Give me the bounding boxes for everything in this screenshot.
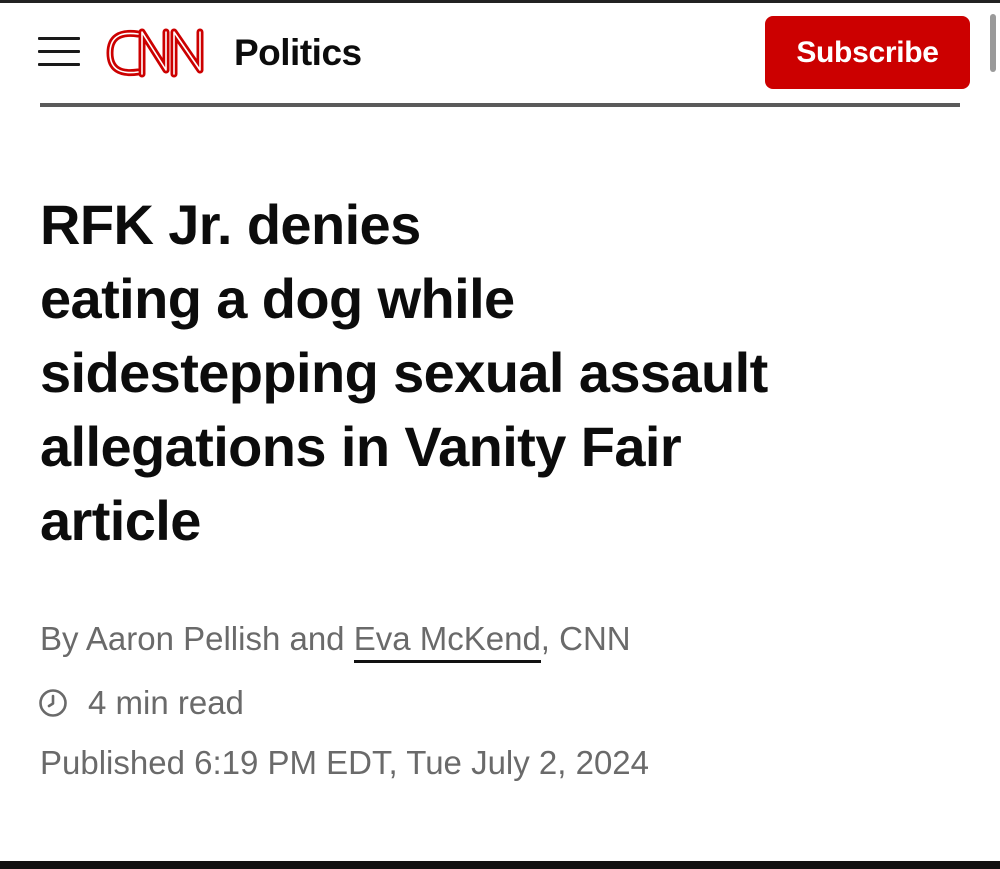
cnn-logo-mark <box>106 28 204 78</box>
headline-line: RFK Jr. denies <box>40 193 421 256</box>
article-headline: RFK Jr. denies eating a dog while sidest… <box>40 188 940 558</box>
headline-line: article <box>40 489 201 552</box>
menu-icon-bar <box>38 37 80 40</box>
published-timestamp: Published 6:19 PM EDT, Tue July 2, 2024 <box>40 744 650 781</box>
cnn-logo[interactable] <box>104 22 224 82</box>
author-link[interactable]: Eva McKend <box>353 620 541 663</box>
menu-icon[interactable] <box>38 34 82 68</box>
menu-icon-bar <box>38 50 80 53</box>
headline-line: sidestepping sexual assault <box>40 341 768 404</box>
subscribe-button[interactable]: Subscribe <box>765 16 970 89</box>
read-time-label: 4 min read <box>88 684 244 721</box>
read-time: 4 min read <box>38 681 244 725</box>
menu-icon-bar <box>38 63 80 66</box>
clock-icon <box>39 689 67 717</box>
byline: By Aaron Pellish and Eva McKend, CNN <box>40 617 631 663</box>
headline-line: eating a dog while <box>40 267 515 330</box>
section-title[interactable]: Politics <box>234 33 362 73</box>
scrollbar[interactable] <box>990 14 996 72</box>
site-header: Politics Subscribe <box>0 0 1000 108</box>
byline-suffix: , CNN <box>540 620 631 657</box>
headline-line: allegations in Vanity Fair <box>40 415 682 478</box>
byline-prefix: By Aaron Pellish and <box>40 620 354 657</box>
bottom-edge <box>0 861 1000 869</box>
header-divider <box>40 103 960 107</box>
